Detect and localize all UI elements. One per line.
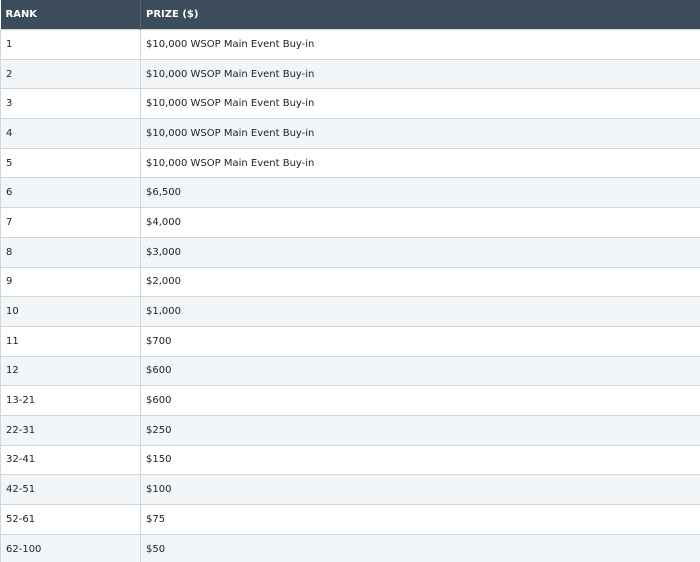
table-row: 3 $10,000 WSOP Main Event Buy-in — [0, 88, 700, 119]
rank-cell: 6 — [0, 177, 141, 208]
rank-cell: 10 — [0, 296, 141, 327]
prize-cell: $6,500 — [140, 177, 700, 208]
rank-cell: 8 — [0, 236, 141, 267]
prize-cell: $600 — [140, 355, 700, 386]
table-row: 9 $2,000 — [0, 266, 700, 297]
rank-cell: 52-61 — [0, 504, 141, 535]
table-row: 52-61 $75 — [0, 504, 700, 535]
prize-table: RANK PRIZE ($) 1 $10,000 WSOP Main Event … — [0, 0, 700, 562]
prize-cell: $10,000 WSOP Main Event Buy-in — [140, 58, 700, 89]
rank-cell: 1 — [0, 29, 141, 60]
column-header-prize: PRIZE ($) — [140, 0, 700, 30]
table-row: 7 $4,000 — [0, 207, 700, 238]
prize-cell: $2,000 — [140, 266, 700, 297]
table-row: 2 $10,000 WSOP Main Event Buy-in — [0, 58, 700, 89]
rank-cell: 22-31 — [0, 414, 141, 446]
table-row: 13-21 $600 — [0, 385, 700, 416]
table-row: 11 $700 — [0, 325, 700, 357]
prize-cell: $600 — [140, 385, 700, 416]
prize-cell: $50 — [140, 533, 700, 562]
table-body: 1 $10,000 WSOP Main Event Buy-in 2 $10,000 … — [0, 29, 700, 562]
prize-cell: $250 — [140, 414, 700, 446]
table-row: 32-41 $150 — [0, 444, 700, 475]
table-row: 10 $1,000 — [0, 296, 700, 327]
rank-cell: 42-51 — [0, 474, 141, 505]
table-header-row: RANK PRIZE ($) — [0, 0, 700, 30]
rank-cell: 2 — [0, 58, 141, 89]
rank-cell: 4 — [0, 118, 141, 149]
rank-cell: 3 — [0, 88, 141, 119]
prize-cell: $700 — [140, 325, 700, 357]
prize-cell: $75 — [140, 504, 700, 535]
table-row: 42-51 $100 — [0, 474, 700, 505]
prize-cell: $150 — [140, 444, 700, 475]
rank-cell: 7 — [0, 207, 141, 238]
prize-cell: $10,000 WSOP Main Event Buy-in — [140, 88, 700, 119]
rank-cell: 32-41 — [0, 444, 141, 475]
prize-cell: $10,000 WSOP Main Event Buy-in — [140, 147, 700, 178]
table-row: 1 $10,000 WSOP Main Event Buy-in — [0, 29, 700, 60]
prize-cell: $1,000 — [140, 296, 700, 327]
column-header-rank: RANK — [0, 0, 141, 30]
rank-cell: 13-21 — [0, 385, 141, 416]
prize-cell: $10,000 WSOP Main Event Buy-in — [140, 29, 700, 60]
rank-cell: 5 — [0, 147, 141, 178]
table-row: 6 $6,500 — [0, 177, 700, 208]
table-row: 62-100 $50 — [0, 533, 700, 562]
prize-cell: $3,000 — [140, 236, 700, 267]
rank-cell: 9 — [0, 266, 141, 297]
table-row: 22-31 $250 — [0, 414, 700, 446]
prize-cell: $4,000 — [140, 207, 700, 238]
table-row: 4 $10,000 WSOP Main Event Buy-in — [0, 118, 700, 149]
table-row: 8 $3,000 — [0, 236, 700, 267]
table-row: 12 $600 — [0, 355, 700, 386]
table-row: 5 $10,000 WSOP Main Event Buy-in — [0, 147, 700, 178]
prize-cell: $100 — [140, 474, 700, 505]
prize-cell: $10,000 WSOP Main Event Buy-in — [140, 118, 700, 149]
rank-cell: 11 — [0, 325, 141, 357]
rank-cell: 62-100 — [0, 533, 141, 562]
rank-cell: 12 — [0, 355, 141, 386]
